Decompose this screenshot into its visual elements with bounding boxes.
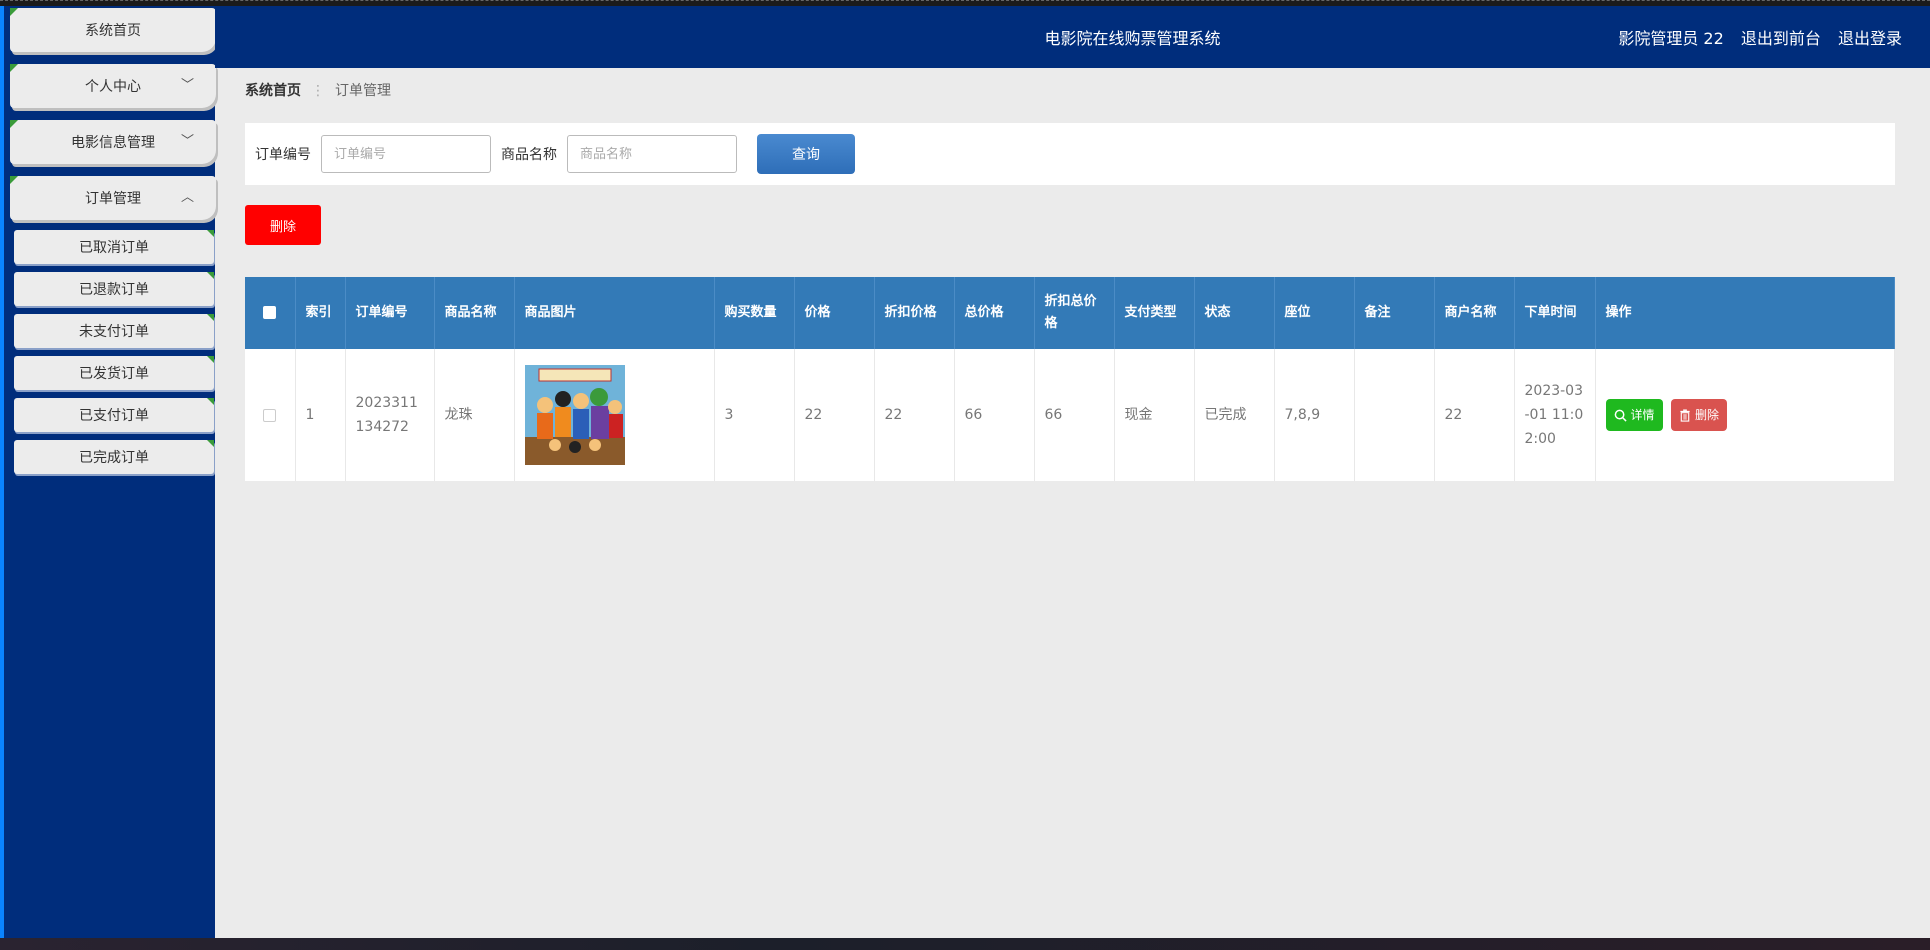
current-user: 影院管理员 22 xyxy=(1618,29,1724,48)
sidebar-item-home[interactable]: 系统首页 xyxy=(10,8,216,52)
sidebar-item-profile[interactable]: 个人中心 ﹀ xyxy=(10,64,216,108)
cell-price: 22 xyxy=(794,349,875,481)
submenu-item-label: 已取消订单 xyxy=(79,240,149,256)
column-header: 下单时间 xyxy=(1514,277,1596,349)
cell-discount-price: 22 xyxy=(874,349,955,481)
search-form: 订单编号 商品名称 查询 xyxy=(245,123,1895,185)
detail-button[interactable]: 详情 xyxy=(1605,399,1663,431)
column-header: 索引 xyxy=(295,277,346,349)
submenu-item-label: 已发货订单 xyxy=(79,366,149,382)
select-all-checkbox[interactable] xyxy=(263,306,277,319)
goods-name-input[interactable] xyxy=(567,135,737,173)
chevron-down-icon: ﹀ xyxy=(180,78,194,93)
column-header: 总价格 xyxy=(954,277,1035,349)
column-header: 支付类型 xyxy=(1114,277,1195,349)
breadcrumb-current: 订单管理 xyxy=(335,83,391,99)
column-header: 操作 xyxy=(1595,277,1895,349)
submenu-item-label: 已完成订单 xyxy=(79,450,149,466)
cell-actions: 详情 删除 xyxy=(1595,349,1895,481)
cell-note xyxy=(1354,349,1435,481)
breadcrumb-home[interactable]: 系统首页 xyxy=(245,83,301,99)
top-header: 电影院在线购票管理系统 影院管理员 22 退出到前台 退出登录 xyxy=(215,6,1930,68)
header-user-area: 影院管理员 22 退出到前台 退出登录 xyxy=(1606,6,1902,72)
cell-pay-type: 现金 xyxy=(1114,349,1195,481)
column-header: 折扣价格 xyxy=(874,277,955,349)
submenu-item-shipped[interactable]: 已发货订单 xyxy=(14,356,214,390)
sidebar-item-orders[interactable]: 订单管理 ︿ xyxy=(10,176,216,220)
row-select-cell xyxy=(245,349,296,481)
submenu-item-cancelled[interactable]: 已取消订单 xyxy=(14,230,214,264)
column-header: 购买数量 xyxy=(714,277,795,349)
row-delete-button-label: 删除 xyxy=(1694,408,1719,422)
trash-icon xyxy=(1680,408,1690,422)
exit-to-front-link[interactable]: 退出到前台 xyxy=(1741,29,1821,48)
orders-submenu: 已取消订单 已退款订单 未支付订单 已发货订单 已支付订单 已完成订单 xyxy=(10,230,216,474)
goods-thumbnail-image xyxy=(524,365,625,465)
column-header: 商品名称 xyxy=(434,277,515,349)
sidebar-item-label: 系统首页 xyxy=(85,23,141,39)
cell-status: 已完成 xyxy=(1194,349,1275,481)
order-no-text: 2023311134272 xyxy=(355,395,418,435)
query-button[interactable]: 查询 xyxy=(757,134,855,174)
sidebar-item-label: 订单管理 xyxy=(85,191,141,207)
breadcrumb-separator: ⋮ xyxy=(311,83,325,99)
order-no-input[interactable] xyxy=(321,135,491,173)
submenu-item-label: 已支付订单 xyxy=(79,408,149,424)
submenu-item-label: 未支付订单 xyxy=(79,324,149,340)
cell-order-time: 2023-03-01 11:02:00 xyxy=(1514,349,1596,481)
cell-goods-name: 龙珠 xyxy=(434,349,515,481)
select-all-cell xyxy=(245,277,296,349)
table-row: 1 2023311134272 龙珠 3 22 22 66 66 现金 已完成 … xyxy=(245,349,1895,481)
submenu-item-completed[interactable]: 已完成订单 xyxy=(14,440,214,474)
order-no-label: 订单编号 xyxy=(255,147,311,163)
sidebar-item-label: 个人中心 xyxy=(85,79,141,95)
table-header-row: 索引 订单编号 商品名称 商品图片 购买数量 价格 折扣价格 总价格 折扣总价格… xyxy=(245,277,1895,349)
order-time-text: 2023-03-01 11:02:00 xyxy=(1524,383,1584,447)
row-checkbox[interactable] xyxy=(263,408,277,422)
cell-index: 1 xyxy=(295,349,346,481)
column-header: 折扣总价格 xyxy=(1034,277,1115,349)
column-header: 座位 xyxy=(1274,277,1355,349)
cell-merchant: 22 xyxy=(1434,349,1515,481)
sidebar-item-movie-info[interactable]: 电影信息管理 ﹀ xyxy=(10,120,216,164)
goods-name-label: 商品名称 xyxy=(501,147,557,163)
logout-link[interactable]: 退出登录 xyxy=(1838,29,1902,48)
cell-total-price: 66 xyxy=(954,349,1035,481)
detail-button-label: 详情 xyxy=(1630,408,1655,422)
row-delete-button[interactable]: 删除 xyxy=(1670,399,1727,431)
submenu-item-paid[interactable]: 已支付订单 xyxy=(14,398,214,432)
chevron-down-icon: ﹀ xyxy=(180,134,194,149)
main-content: 系统首页 ⋮ 订单管理 订单编号 商品名称 查询 删除 索引 订单编号 商品名称 商… xyxy=(245,68,1895,481)
submenu-item-label: 已退款订单 xyxy=(79,282,149,298)
chevron-up-icon: ︿ xyxy=(180,190,194,205)
cell-quantity: 3 xyxy=(714,349,795,481)
sidebar: 系统首页 个人中心 ﹀ 电影信息管理 ﹀ 订单管理 ︿ 已取消订单 已退款订单 … xyxy=(0,0,216,938)
taskbar-edge xyxy=(0,938,1930,950)
submenu-item-refunded[interactable]: 已退款订单 xyxy=(14,272,214,306)
column-header: 订单编号 xyxy=(345,277,435,349)
cell-order-no: 2023311134272 xyxy=(345,349,435,481)
column-header: 商品图片 xyxy=(514,277,715,349)
column-header: 备注 xyxy=(1354,277,1435,349)
orders-table: 索引 订单编号 商品名称 商品图片 购买数量 价格 折扣价格 总价格 折扣总价格… xyxy=(245,277,1895,481)
submenu-item-unpaid[interactable]: 未支付订单 xyxy=(14,314,214,348)
cell-goods-image xyxy=(514,349,715,481)
batch-delete-button[interactable]: 删除 xyxy=(245,205,321,245)
column-header: 价格 xyxy=(794,277,875,349)
search-icon xyxy=(1614,409,1627,422)
column-header: 商户名称 xyxy=(1434,277,1515,349)
column-header: 状态 xyxy=(1194,277,1275,349)
sidebar-item-label: 电影信息管理 xyxy=(71,135,155,151)
cell-discount-total: 66 xyxy=(1034,349,1115,481)
breadcrumb: 系统首页 ⋮ 订单管理 xyxy=(245,68,1895,112)
cell-seat: 7,8,9 xyxy=(1274,349,1355,481)
window-top-edge xyxy=(0,0,1930,6)
